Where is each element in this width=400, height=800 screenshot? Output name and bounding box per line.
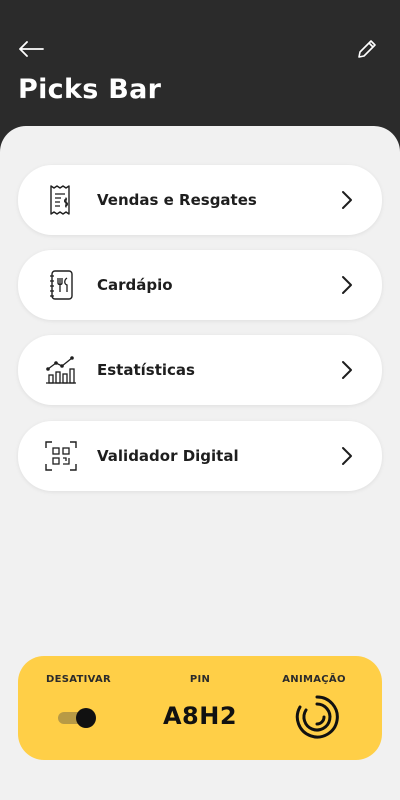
menu-book-cutlery-icon bbox=[44, 268, 78, 302]
menu-item-label: Validador Digital bbox=[97, 447, 239, 465]
arrow-left-icon bbox=[18, 41, 44, 61]
menu-item-label: Vendas e Resgates bbox=[97, 191, 257, 209]
qr-code-scan-icon bbox=[44, 439, 78, 473]
pin-label: PIN bbox=[189, 674, 211, 685]
bar-chart-trend-icon bbox=[44, 353, 78, 387]
chevron-right-icon bbox=[334, 443, 360, 469]
menu-item-validador-digital[interactable]: Validador Digital bbox=[18, 421, 382, 491]
pencil-icon bbox=[355, 37, 379, 65]
edit-button[interactable] bbox=[352, 36, 382, 66]
animation-label: ANIMAÇÃO bbox=[282, 674, 346, 685]
loading-spinner-icon[interactable] bbox=[294, 694, 340, 740]
pin-value: A8H2 bbox=[162, 702, 238, 730]
deactivate-label: DESATIVAR bbox=[46, 674, 112, 685]
chevron-right-icon bbox=[334, 357, 360, 383]
back-button[interactable] bbox=[16, 36, 46, 66]
receipt-dollar-icon bbox=[44, 183, 78, 217]
menu-item-label: Cardápio bbox=[97, 276, 173, 294]
menu-item-vendas-resgates[interactable]: Vendas e Resgates bbox=[18, 165, 382, 235]
chevron-right-icon bbox=[334, 272, 360, 298]
toggle-knob bbox=[76, 708, 96, 728]
deactivate-toggle[interactable] bbox=[58, 708, 96, 728]
menu-item-cardapio[interactable]: Cardápio bbox=[18, 250, 382, 320]
menu-item-estatisticas[interactable]: Estatísticas bbox=[18, 335, 382, 405]
pin-card: DESATIVAR PIN ANIMAÇÃO A8H2 bbox=[18, 656, 382, 760]
menu-item-label: Estatísticas bbox=[97, 361, 195, 379]
chevron-right-icon bbox=[334, 187, 360, 213]
page-title: Picks Bar bbox=[18, 74, 162, 105]
